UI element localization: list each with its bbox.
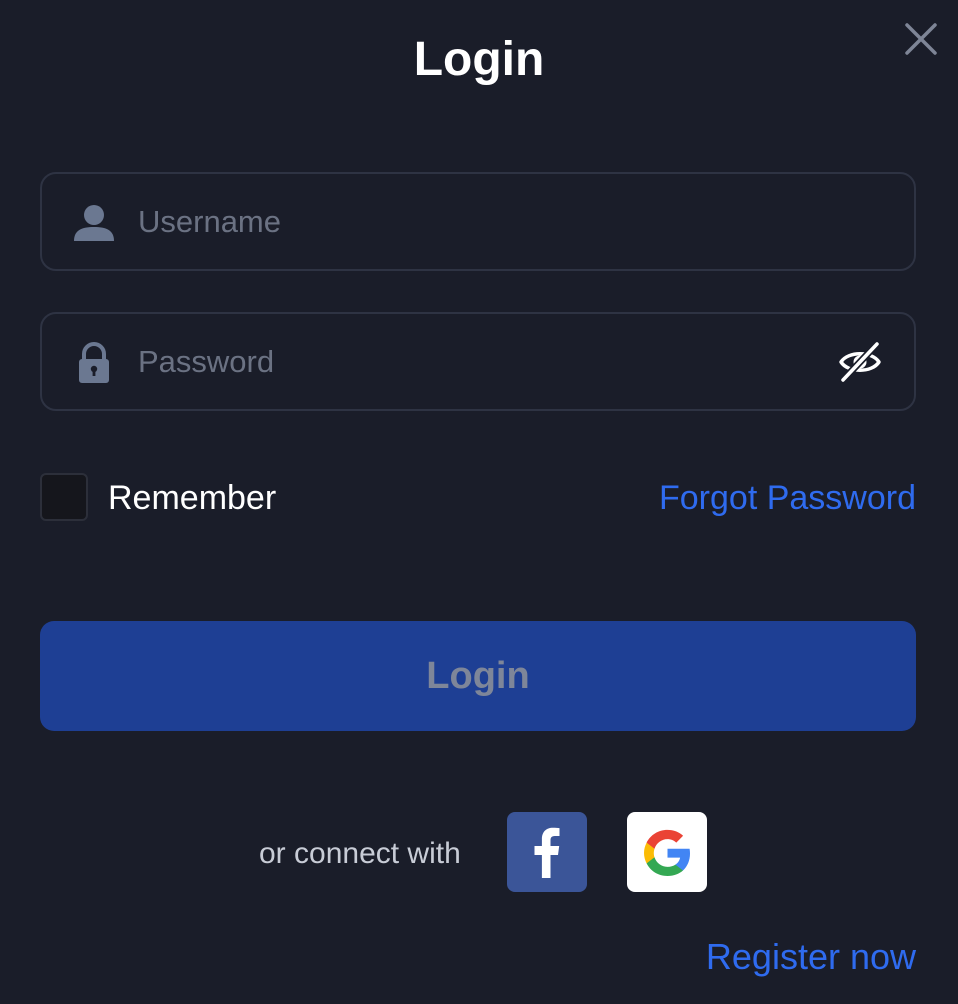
password-input[interactable] [138, 314, 818, 409]
username-field [40, 172, 916, 271]
password-field [40, 312, 916, 411]
remember-label[interactable]: Remember [108, 478, 276, 518]
connect-with-label: or connect with [259, 837, 461, 870]
login-modal: Login Remember [0, 0, 958, 1004]
facebook-icon [534, 827, 560, 878]
password-visibility-toggle[interactable] [838, 340, 882, 384]
user-icon [74, 205, 114, 241]
lock-icon [79, 342, 109, 383]
close-icon [905, 23, 937, 55]
register-link[interactable]: Register now [706, 935, 916, 979]
google-login-button[interactable] [627, 812, 707, 892]
modal-title: Login [413, 33, 545, 86]
google-icon [644, 829, 690, 876]
close-button[interactable] [902, 20, 940, 58]
eye-off-icon [839, 340, 881, 384]
facebook-login-button[interactable] [507, 812, 587, 892]
forgot-password-link[interactable]: Forgot Password [659, 478, 916, 518]
remember-checkbox[interactable] [40, 473, 88, 521]
login-button[interactable]: Login [40, 621, 916, 731]
username-input[interactable] [138, 174, 818, 269]
